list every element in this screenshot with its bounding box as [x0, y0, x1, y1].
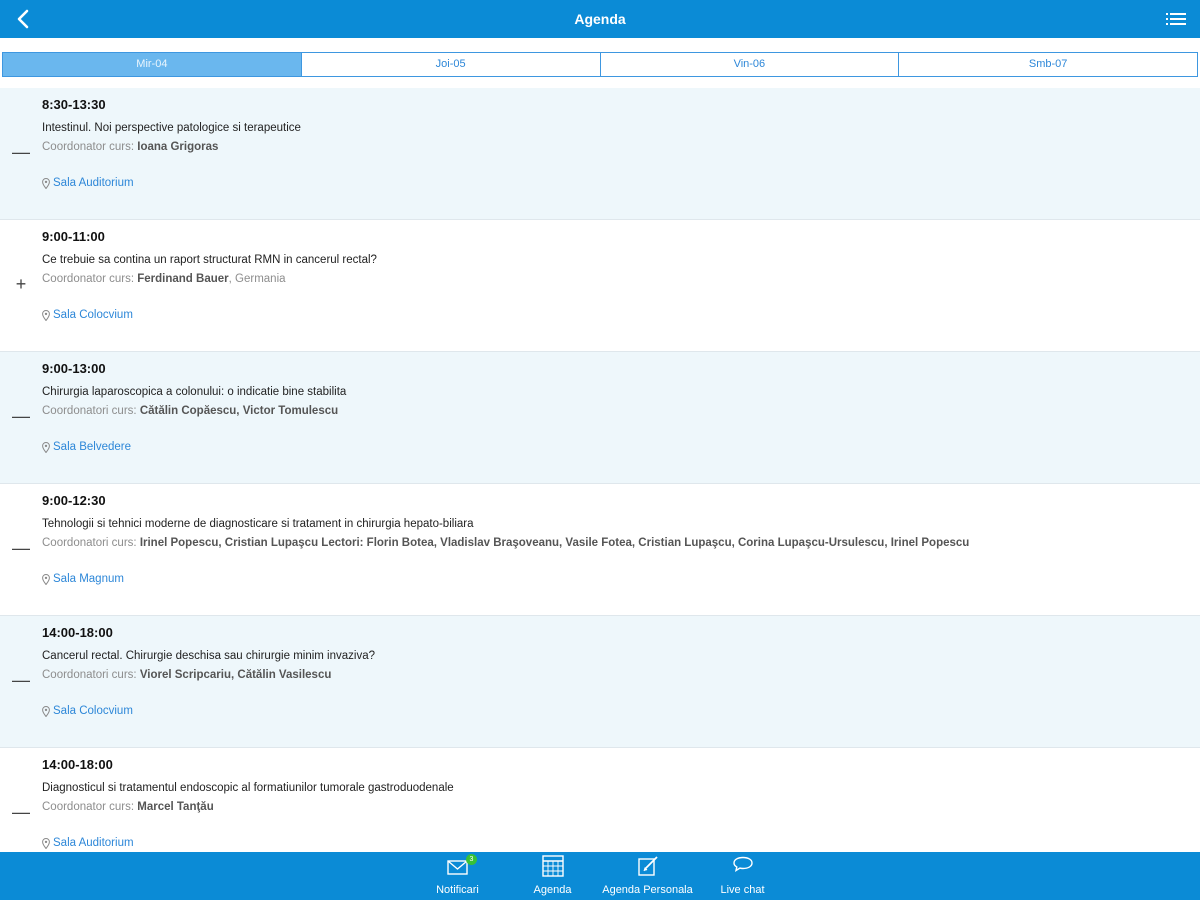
- room-name: Sala Magnum: [53, 573, 124, 585]
- location-pin-icon: [42, 441, 50, 453]
- coordinator-names: Ferdinand Bauer: [137, 273, 229, 285]
- coordinator-label: Coordonatori curs:: [42, 537, 137, 549]
- session-title: Cancerul rectal. Chirurgie deschisa sau …: [42, 650, 376, 662]
- notification-badge: 3: [466, 854, 477, 865]
- session-room-link[interactable]: Sala Auditorium: [42, 177, 134, 189]
- session-coordinators: Coordonator curs: Ioana Grigoras: [42, 141, 218, 153]
- session-item[interactable]: — 8:30-13:30 Intestinul. Noi perspective…: [0, 88, 1200, 220]
- list-menu-icon: [1166, 13, 1186, 25]
- location-pin-icon: [42, 837, 50, 849]
- nav-label: Live chat: [720, 884, 765, 896]
- location-pin-icon: [42, 309, 50, 321]
- nav-label: Notificari: [436, 884, 479, 896]
- session-time: 9:00-12:30: [42, 493, 106, 508]
- collapse-toggle[interactable]: —: [12, 143, 30, 161]
- session-room-link[interactable]: Sala Magnum: [42, 573, 124, 585]
- day-tabs: Mir-04 Joi-05 Vin-06 Smb-07: [2, 52, 1198, 77]
- coordinator-label: Coordonator curs:: [42, 273, 135, 285]
- menu-button[interactable]: [1164, 9, 1188, 29]
- room-name: Sala Belvedere: [53, 441, 131, 453]
- session-item[interactable]: — 9:00-13:00 Chirurgia laparoscopica a c…: [0, 352, 1200, 484]
- session-time: 9:00-13:00: [42, 361, 106, 376]
- back-button[interactable]: [10, 6, 36, 32]
- coordinator-names: Cătălin Copăescu, Victor Tomulescu: [139, 405, 339, 417]
- tab-day-4[interactable]: Smb-07: [898, 53, 1197, 76]
- session-title: Chirurgia laparoscopica a colonului: o i…: [42, 386, 347, 398]
- session-item[interactable]: — 14:00-18:00 Cancerul rectal. Chirurgie…: [0, 616, 1200, 748]
- bottom-nav: 3 Notificari Agenda Agenda Personala Liv…: [0, 852, 1200, 900]
- coordinator-label: Coordonatori curs:: [42, 669, 137, 681]
- edit-icon: [637, 856, 658, 876]
- tab-day-3[interactable]: Vin-06: [599, 53, 899, 76]
- session-coordinators: Coordonatori curs: Irinel Popescu, Crist…: [42, 537, 969, 549]
- session-title: Ce trebuie sa contina un raport structur…: [42, 254, 377, 266]
- session-room-link[interactable]: Sala Colocvium: [42, 309, 133, 321]
- location-pin-icon: [42, 705, 50, 717]
- session-room-link[interactable]: Sala Belvedere: [42, 441, 131, 453]
- session-time: 14:00-18:00: [42, 625, 113, 640]
- coordinator-label: Coordonator curs:: [42, 801, 135, 813]
- tab-day-1[interactable]: Mir-04: [3, 53, 301, 76]
- session-coordinators: Coordonator curs: Marcel Tanţău: [42, 801, 214, 813]
- collapse-toggle[interactable]: —: [12, 803, 30, 821]
- coordinator-names: Irinel Popescu, Cristian Lupaşcu Lectori…: [139, 537, 970, 549]
- calendar-icon: [541, 855, 564, 877]
- room-name: Sala Auditorium: [53, 837, 134, 849]
- nav-notificari[interactable]: 3 Notificari: [410, 852, 505, 900]
- location-pin-icon: [42, 573, 50, 585]
- top-bar: Agenda: [0, 0, 1200, 38]
- session-title: Tehnologii si tehnici moderne de diagnos…: [42, 518, 474, 530]
- session-coordinators: Coordonatori curs: Viorel Scripcariu, Că…: [42, 669, 331, 681]
- chat-icon: [732, 856, 753, 872]
- session-title: Intestinul. Noi perspective patologice s…: [42, 122, 301, 134]
- room-name: Sala Auditorium: [53, 177, 134, 189]
- collapse-toggle[interactable]: —: [12, 671, 30, 689]
- session-item[interactable]: — 9:00-12:30 Tehnologii si tehnici moder…: [0, 484, 1200, 616]
- coordinator-names: Viorel Scripcariu, Cătălin Vasilescu: [139, 669, 332, 681]
- room-name: Sala Colocvium: [53, 309, 133, 321]
- page-title: Agenda: [574, 11, 626, 27]
- session-coordinators: Coordonator curs: Ferdinand Bauer, Germa…: [42, 273, 286, 285]
- nav-agenda-personala[interactable]: Agenda Personala: [600, 852, 695, 900]
- session-item[interactable]: — 14:00-18:00 Diagnosticul si tratamentu…: [0, 748, 1200, 852]
- chevron-left-icon: [17, 9, 29, 29]
- room-name: Sala Colocvium: [53, 705, 133, 717]
- tab-day-2[interactable]: Joi-05: [300, 53, 600, 76]
- session-time: 9:00-11:00: [42, 229, 105, 244]
- nav-live-chat[interactable]: Live chat: [695, 852, 790, 900]
- session-coordinators: Coordonatori curs: Cătălin Copăescu, Vic…: [42, 405, 338, 417]
- collapse-toggle[interactable]: —: [12, 539, 30, 557]
- session-room-link[interactable]: Sala Colocvium: [42, 705, 133, 717]
- coordinator-label: Coordonatori curs:: [42, 405, 137, 417]
- session-list[interactable]: — 8:30-13:30 Intestinul. Noi perspective…: [0, 88, 1200, 852]
- session-time: 14:00-18:00: [42, 757, 113, 772]
- session-time: 8:30-13:30: [42, 97, 106, 112]
- nav-agenda[interactable]: Agenda: [505, 852, 600, 900]
- coordinator-names: Marcel Tanţău: [137, 801, 214, 813]
- expand-toggle[interactable]: +: [12, 275, 30, 293]
- session-item[interactable]: + 9:00-11:00 Ce trebuie sa contina un ra…: [0, 220, 1200, 352]
- nav-label: Agenda Personala: [602, 884, 693, 896]
- coordinator-names: Ioana Grigoras: [137, 141, 219, 153]
- session-room-link[interactable]: Sala Auditorium: [42, 837, 134, 849]
- session-title: Diagnosticul si tratamentul endoscopic a…: [42, 782, 454, 794]
- location-pin-icon: [42, 177, 50, 189]
- collapse-toggle[interactable]: —: [12, 407, 30, 425]
- coordinator-label: Coordonator curs:: [42, 141, 135, 153]
- coordinator-extra: , Germania: [228, 273, 286, 285]
- nav-label: Agenda: [533, 884, 572, 896]
